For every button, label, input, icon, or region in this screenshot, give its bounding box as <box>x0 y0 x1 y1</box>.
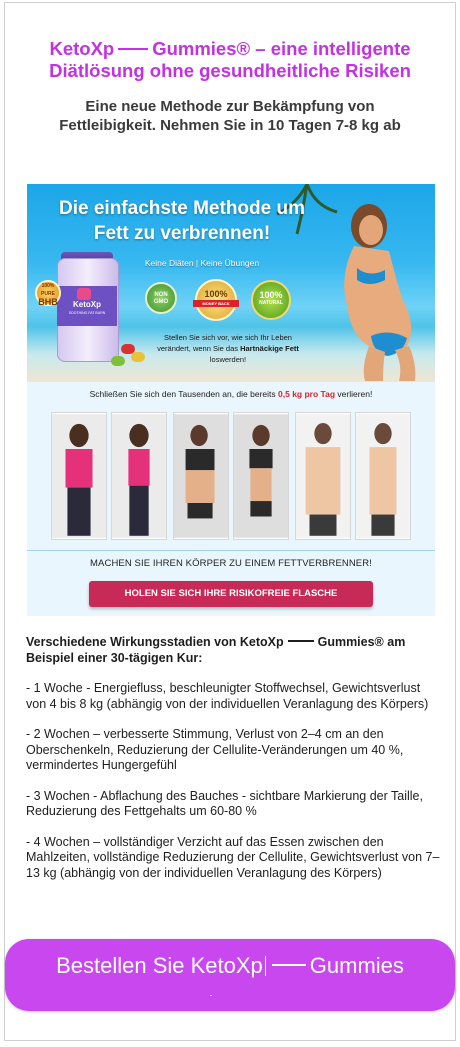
stages-intro: Verschiedene Wirkungsstadien von KetoXp G… <box>26 635 441 666</box>
stages-section: Verschiedene Wirkungsstadien von KetoXp G… <box>26 635 441 896</box>
hero-copy-bold: Hartnäckige Fett <box>240 344 299 353</box>
divider <box>27 550 435 551</box>
landing-page: KetoXp Gummies® – eine intelligente Diätl… <box>4 2 456 1041</box>
join-highlight: 0,5 kg pro Tag <box>278 389 336 399</box>
dash-separator <box>271 964 306 967</box>
order-button-label-1: Bestellen Sie KetoXp <box>56 953 263 978</box>
bhb-badge-top: 100% PURE <box>41 283 55 297</box>
before-photo-3 <box>295 412 351 540</box>
before-photo-2 <box>173 412 229 540</box>
jar-tagline: SOOTHING FAT BURN <box>68 311 106 315</box>
money-back-percent: 100% <box>204 289 228 299</box>
order-button[interactable]: Bestellen Sie KetoXp Gummies <box>5 939 455 1011</box>
hero-subtitle: Keine Diäten | Keine Übungen <box>144 258 260 268</box>
after-photo-3 <box>355 412 411 540</box>
hero-copy: Stellen Sie sich vor, wie sich Ihr Leben… <box>153 332 303 365</box>
money-back-ribbon: MONEY BACK <box>193 300 239 307</box>
natural-percent: 100% <box>259 290 283 300</box>
before-photo-1 <box>51 412 107 540</box>
bhb-badge: 100% PURE BHB <box>35 280 61 307</box>
promo-banner-image[interactable]: Die einfachste Methode um Fett zu verbre… <box>27 184 435 616</box>
stage-week-2: - 2 Wochen – verbesserte Stimmung, Verlu… <box>26 727 404 772</box>
jar-name: KetoXp <box>73 300 101 309</box>
join-text: Schließen Sie sich den Tausenden an, die… <box>27 389 435 399</box>
risk-free-bottle-button[interactable]: HOLEN SIE SICH IHRE RISIKOFREIE FLASCHE <box>89 581 373 607</box>
order-button-label: Bestellen Sie KetoXp Gummies <box>5 953 455 979</box>
non-gmo-seal: NON GMO <box>145 282 177 314</box>
hero-title: Die einfachste Methode um Fett zu verbre… <box>59 198 305 244</box>
dash-separator <box>287 640 314 643</box>
hero-image: Die einfachste Methode um Fett zu verbre… <box>27 184 435 382</box>
hero-copy-2: loswerden! <box>209 355 247 364</box>
bhb-badge-label: BHB <box>38 297 58 307</box>
banner-tagline: MACHEN SIE IHREN KÖRPER ZU EINEM FETTVER… <box>90 558 372 569</box>
natural-label: NATURAL <box>259 300 283 306</box>
stages-intro-1: Verschiedene Wirkungsstadien von KetoXp <box>26 635 284 649</box>
subheadline: Eine neue Methode zur Bekämpfung von Fet… <box>59 98 401 134</box>
button-mark <box>210 995 212 996</box>
order-button-label-2: Gummies <box>309 953 404 978</box>
after-photo-1 <box>111 412 167 540</box>
join-text-1: Schließen Sie sich den Tausenden an, die… <box>89 389 276 399</box>
join-text-2: verlieren! <box>337 389 373 399</box>
model-photo <box>344 204 416 381</box>
after-photo-2 <box>233 412 289 540</box>
gummy-yellow <box>131 352 145 362</box>
jar-logo-icon <box>77 288 91 300</box>
dash-separator <box>118 47 149 50</box>
headline: KetoXp Gummies® – eine intelligente Diätl… <box>13 38 447 82</box>
money-back-seal: 100% MONEY BACK <box>193 279 239 321</box>
text-cursor <box>264 955 266 976</box>
headline-brand: KetoXp <box>49 38 115 59</box>
gummy-green <box>111 356 125 366</box>
stage-week-1: - 1 Woche - Energiefluss, beschleunigter… <box>26 681 429 711</box>
natural-ingredients-seal: 100% NATURAL <box>251 280 291 320</box>
stage-week-3: - 3 Wochen - Abflachung des Bauches - si… <box>26 788 423 819</box>
before-after-gallery <box>51 412 411 542</box>
stage-week-4: - 4 Wochen – vollständiger Verzicht auf … <box>26 834 440 880</box>
